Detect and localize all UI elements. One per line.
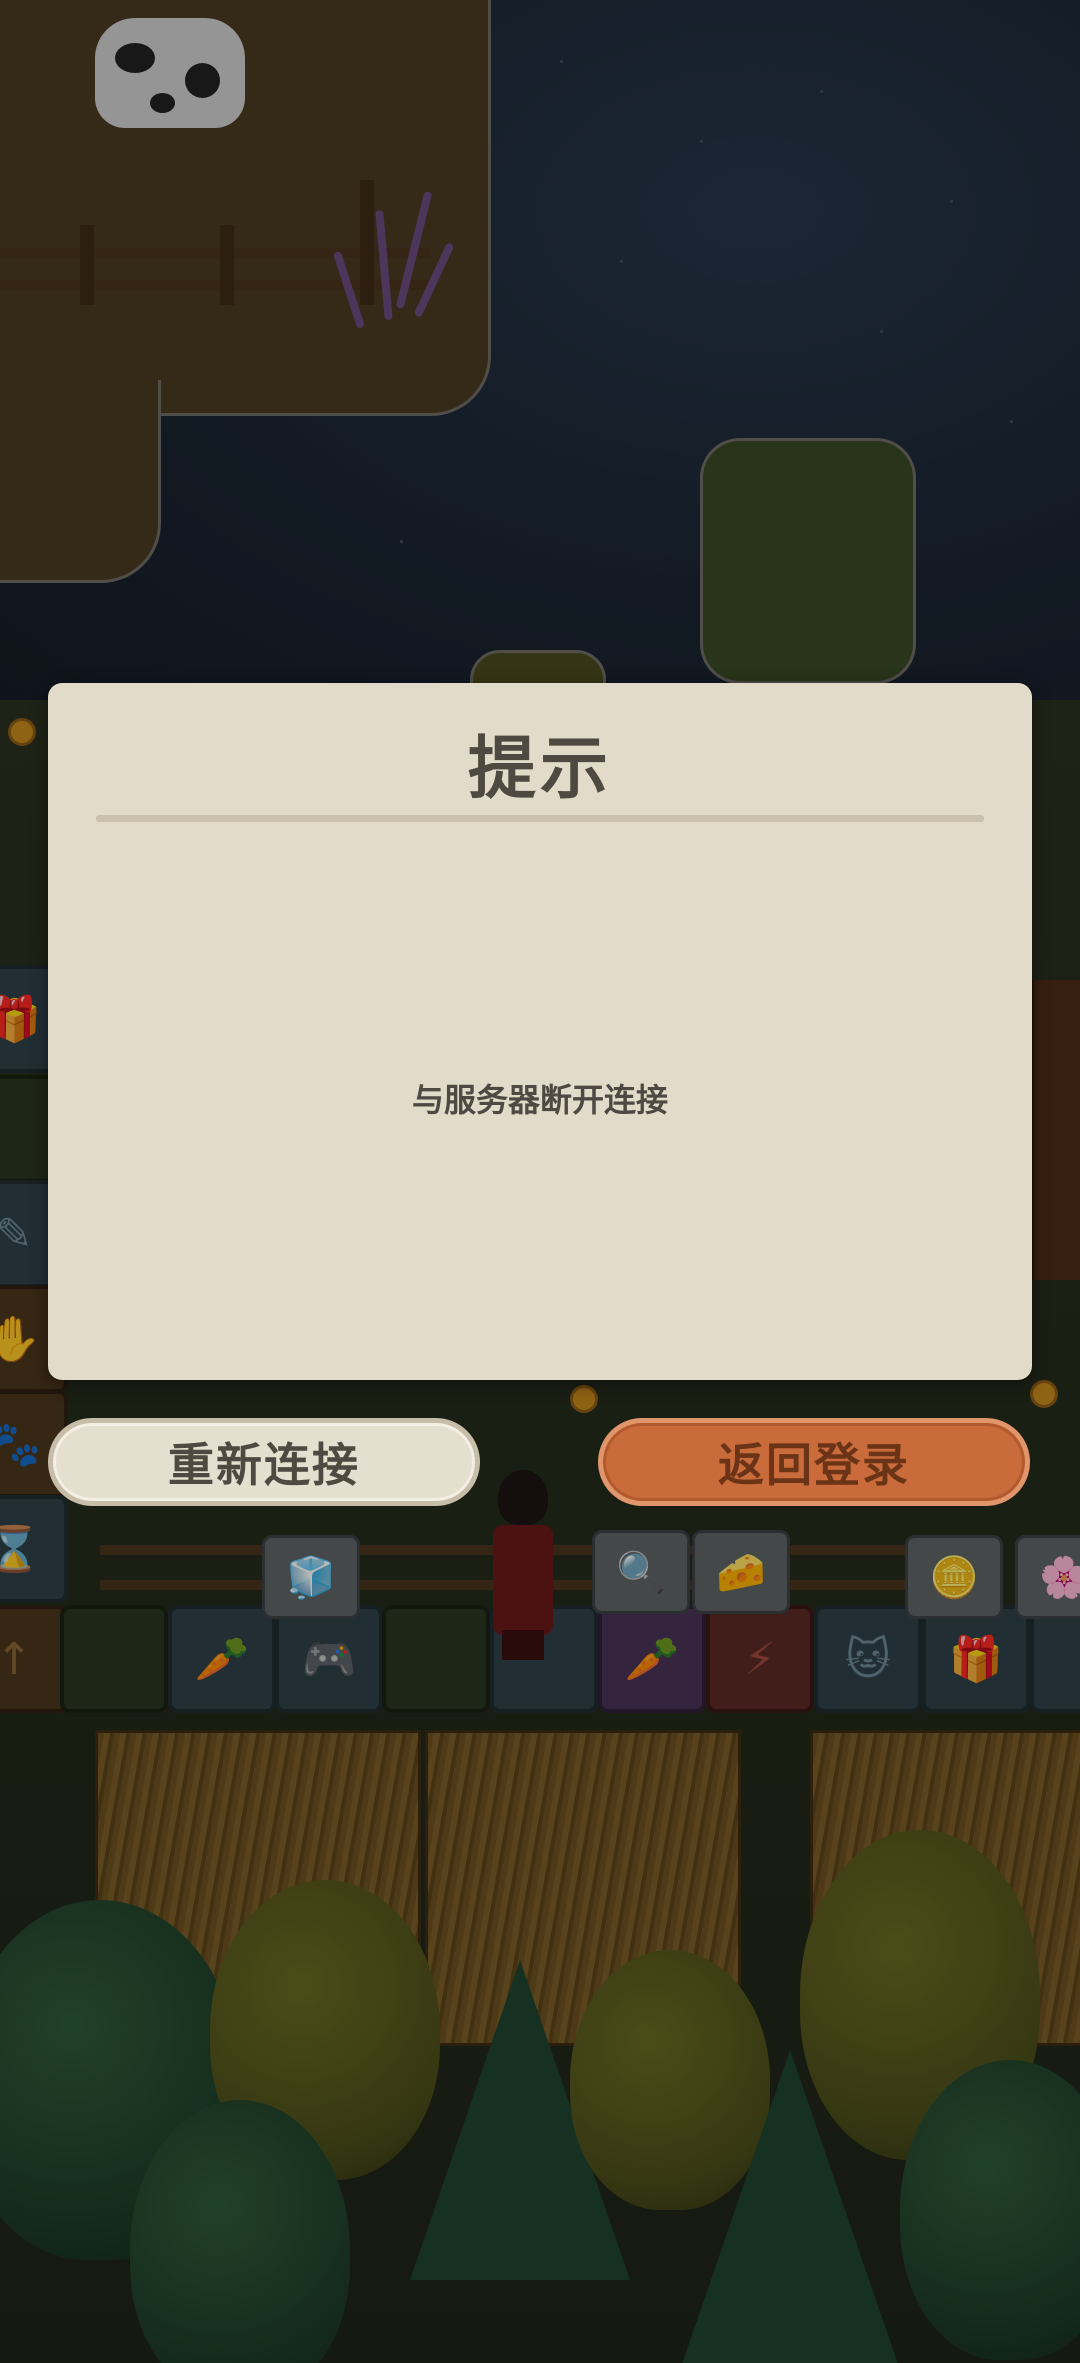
dialog-message: 与服务器断开连接 — [411, 1081, 668, 1119]
dialog-divider — [96, 815, 984, 822]
dialog-title: 提示 — [467, 730, 612, 809]
alert-dialog: 提示 与服务器断开连接 — [48, 683, 1032, 1380]
return-login-button[interactable]: 返回登录 — [598, 1418, 1030, 1506]
reconnect-button[interactable]: 重新连接 — [48, 1418, 480, 1506]
game-screen: 🎁 ✎ ✋ 🐾 ⌛ ↑ 🥕 🎮 🥕 ⚡ 🐱 🎁 🧊 🔍 🧀 🪙 🌸 提示 与服务… — [0, 0, 1080, 2363]
